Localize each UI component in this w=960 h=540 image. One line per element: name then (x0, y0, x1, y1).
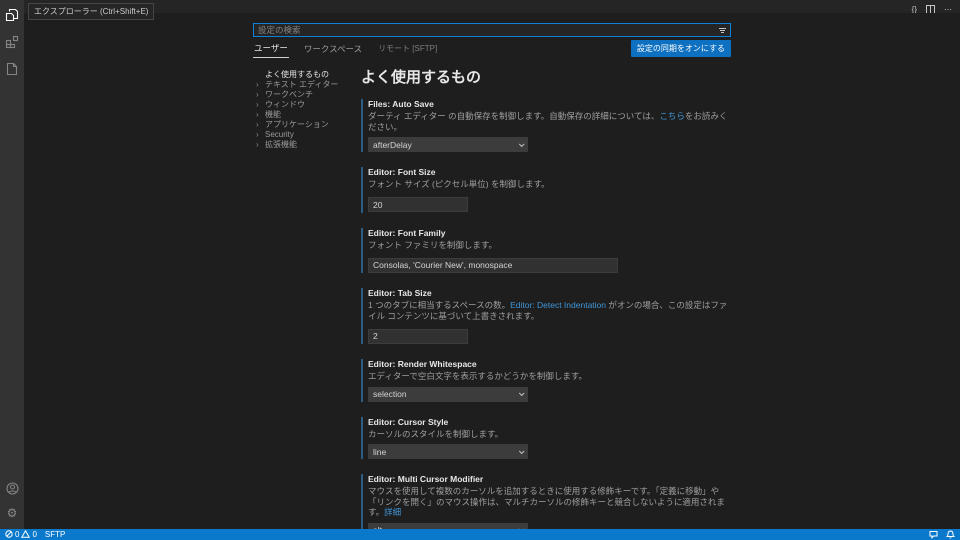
error-icon (5, 529, 13, 540)
setting-files-auto-save: Files: Auto Save ダーティ エディター の自動保存を制御します。… (361, 99, 731, 152)
toc-window[interactable]: ウィンドウ (253, 100, 355, 110)
setting-title: Editor: Font Family (368, 227, 446, 238)
auto-save-docs-link[interactable]: こちら (659, 111, 685, 121)
font-family-input[interactable] (368, 257, 618, 273)
setting-title: Editor: Render Whitespace (368, 359, 477, 369)
toc-workbench[interactable]: ワークベンチ (253, 90, 355, 100)
font-size-input[interactable] (368, 197, 468, 212)
notifications-bell-icon[interactable] (946, 530, 955, 539)
feedback-icon[interactable] (929, 530, 938, 539)
cursor-style-select[interactable]: line (368, 444, 528, 459)
setting-editor-cursor-style: Editor: Cursor Style カーソルのスタイルを制御します。 li… (361, 416, 731, 459)
settings-search-input[interactable]: 設定の検索 (253, 23, 731, 37)
editor-tab-strip: {} ⋯ (24, 0, 960, 14)
turn-on-settings-sync-button[interactable]: 設定の同期をオンにする (630, 40, 731, 57)
setting-title: Editor: Cursor Style (368, 416, 449, 427)
setting-description: カーソルのスタイルを制御します。 (368, 428, 504, 439)
toc-commonly-used[interactable]: よく使用するもの (253, 70, 355, 80)
tab-workspace[interactable]: ワークスペース (303, 40, 363, 58)
sftp-explorer-icon[interactable] (4, 61, 20, 77)
search-value: 設定の検索 (258, 25, 301, 35)
setting-description: ダーティ エディター の自動保存を制御します。自動保存の詳細については、こちらを… (368, 111, 728, 132)
page-title: よく使用するもの (361, 69, 482, 86)
settings-editor: 設定の検索 ユーザー ワークスペース リモート [SFTP] 設定の同期をオンに… (24, 13, 960, 529)
setting-editor-render-whitespace: Editor: Render Whitespace エディターで空白文字を表示す… (361, 359, 731, 402)
toc-extensions[interactable]: 拡張機能 (253, 140, 355, 150)
setting-editor-font-family: Editor: Font Family フォント ファミリを制御します。 (361, 227, 731, 273)
setting-title: Editor: Font Size (368, 167, 436, 177)
setting-title: Editor: Tab Size (368, 288, 432, 298)
explorer-icon[interactable] (4, 7, 20, 23)
toc-application[interactable]: アプリケーション (253, 120, 355, 130)
setting-editor-tab-size: Editor: Tab Size 1 つのタブに相当するスペースの数。Edito… (361, 288, 731, 344)
activity-bar: ⚙ (0, 0, 24, 529)
sftp-status-item[interactable]: SFTP (45, 530, 65, 539)
setting-description: フォント ファミリを制御します。 (368, 239, 498, 250)
auto-save-select[interactable]: afterDelay (368, 137, 528, 152)
setting-title: Files: Auto Save (368, 99, 434, 109)
multi-cursor-details-link[interactable]: 詳細 (384, 507, 401, 517)
setting-title: Editor: Multi Cursor Modifier (368, 474, 484, 484)
toc-security[interactable]: Security (253, 130, 355, 140)
filter-icon[interactable] (719, 27, 726, 33)
tab-remote-sftp[interactable]: リモート [SFTP] (377, 40, 438, 57)
settings-toc: よく使用するもの テキスト エディター ワークベンチ ウィンドウ 機能 アプリケ… (253, 64, 355, 529)
settings-scope-tabs: ユーザー ワークスペース リモート [SFTP] 設定の同期をオンにする (253, 39, 731, 58)
toc-text-editor[interactable]: テキスト エディター (253, 80, 355, 90)
account-icon[interactable] (4, 480, 20, 496)
toc-features[interactable]: 機能 (253, 110, 355, 120)
chevron-down-icon (518, 447, 525, 454)
tab-user[interactable]: ユーザー (253, 39, 289, 58)
render-whitespace-select[interactable]: selection (368, 386, 528, 402)
status-bar: 0 0 SFTP (0, 529, 960, 540)
setting-description: フォント サイズ (ピクセル単位) を制御します。 (368, 179, 550, 189)
tab-size-input[interactable] (368, 328, 468, 344)
warning-icon (21, 529, 31, 540)
explorer-tooltip: エクスプローラー (Ctrl+Shift+E) (28, 3, 155, 20)
chevron-down-icon (518, 390, 525, 397)
setting-editor-font-size: Editor: Font Size フォント サイズ (ピクセル単位) を制御し… (361, 167, 731, 213)
setting-description: マウスを使用して複数のカーソルを追加するときに使用する修飾キーです。「定義に移動… (368, 486, 725, 517)
setting-description: 1 つのタブに相当するスペースの数。Editor: Detect Indenta… (368, 300, 728, 321)
setting-description: エディターで空白文字を表示するかどうかを制御します。 (368, 371, 588, 381)
detect-indentation-link[interactable]: Editor: Detect Indentation (510, 300, 606, 310)
chevron-down-icon (518, 140, 525, 147)
problems-indicator[interactable]: 0 0 (5, 529, 37, 540)
manage-gear-icon[interactable]: ⚙ (4, 505, 20, 521)
extensions-icon[interactable] (4, 34, 20, 50)
setting-editor-multi-cursor-modifier: Editor: Multi Cursor Modifier マウスを使用して複数… (361, 474, 731, 529)
